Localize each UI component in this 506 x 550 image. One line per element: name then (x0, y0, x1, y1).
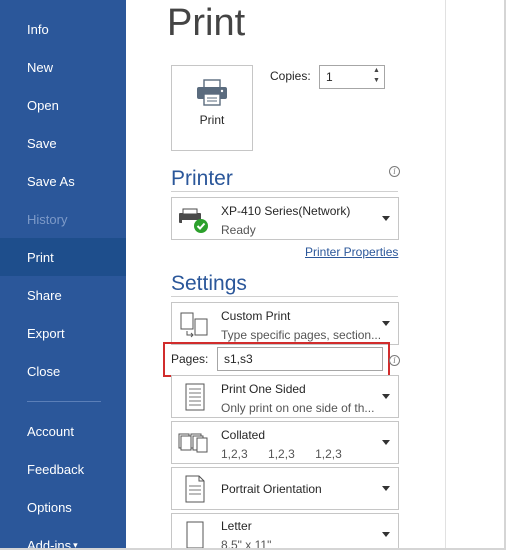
collation-sequence: 1,2,3 1,2,3 1,2,3 (221, 447, 359, 461)
preview-divider (445, 0, 446, 550)
sidebar-item-feedback[interactable]: Feedback (0, 450, 126, 488)
sidebar-item-label: Open (27, 97, 59, 113)
sidebar-item-info[interactable]: Info (0, 10, 126, 48)
paper-size-dropdown[interactable]: Letter 8.5" x 11" (171, 513, 399, 550)
custom-pages-icon (180, 312, 208, 338)
sidebar-item-options[interactable]: Options (0, 488, 126, 526)
sidebar-item-label: Account (27, 423, 74, 439)
caret-down-icon (382, 486, 390, 491)
printer-properties-link[interactable]: Printer Properties (305, 245, 398, 259)
caret-down-icon (382, 440, 390, 445)
sidebar-item-label: New (27, 59, 54, 75)
collation-set: 1,2,3 (315, 447, 342, 461)
print-range-title: Custom Print (221, 309, 291, 323)
sidebar-item-label: Options (27, 499, 72, 515)
sidebar-item-account[interactable]: Account (0, 412, 126, 450)
print-button[interactable]: Print (171, 65, 253, 151)
sidebar-item-close[interactable]: Close (0, 352, 126, 390)
sidebar-item-label: Save As (27, 173, 75, 189)
sidebar-item-new[interactable]: New (0, 48, 126, 86)
sidebar-item-history: History (0, 200, 126, 238)
sidebar-item-label: Info (27, 21, 49, 37)
collation-dropdown[interactable]: Collated 1,2,3 1,2,3 1,2,3 (171, 421, 399, 464)
collation-title: Collated (221, 428, 266, 442)
caret-down-icon (382, 532, 390, 537)
sidebar-item-export[interactable]: Export (0, 314, 126, 352)
sidebar-item-label: Close (27, 363, 61, 379)
printer-icon (197, 79, 227, 106)
copies-spinner[interactable]: ▲ ▼ (370, 66, 384, 88)
portrait-icon (185, 475, 205, 503)
sidebar-item-save-as[interactable]: Save As (0, 162, 126, 200)
caret-down-icon (382, 394, 390, 399)
sides-dropdown[interactable]: Print One Sided Only print on one side o… (171, 375, 399, 418)
sidebar-divider (27, 401, 101, 402)
sidebar-item-print[interactable]: Print (0, 238, 126, 276)
print-range-dropdown[interactable]: Custom Print Type specific pages, sectio… (171, 302, 399, 345)
sides-title: Print One Sided (221, 382, 306, 396)
orientation-dropdown[interactable]: Portrait Orientation (171, 467, 399, 510)
increment-icon[interactable]: ▲ (373, 67, 380, 74)
one-sided-icon (185, 383, 205, 411)
paper-size-icon (186, 521, 204, 549)
copies-stepper[interactable]: 1 ▲ ▼ (319, 65, 385, 89)
caret-down-icon (382, 216, 390, 221)
sidebar-item-label: Print (27, 249, 54, 265)
collation-set: 1,2,3 (221, 447, 248, 461)
printer-status: Ready (221, 223, 256, 237)
printer-dropdown[interactable]: XP-410 Series(Network) Ready (171, 197, 399, 240)
pages-input[interactable] (217, 347, 383, 371)
printer-ready-icon (179, 208, 208, 233)
sides-subtitle: Only print on one side of th... (221, 401, 375, 415)
backstage-sidebar: Info New Open Save Save As History Print… (0, 0, 126, 550)
info-icon[interactable]: i (389, 166, 400, 177)
settings-section-title: Settings (171, 272, 247, 295)
collation-set: 1,2,3 (268, 447, 295, 461)
sidebar-item-open[interactable]: Open (0, 86, 126, 124)
copies-value[interactable]: 1 (326, 70, 333, 84)
print-button-label: Print (199, 113, 225, 127)
caret-down-icon (382, 321, 390, 326)
sidebar-item-label: Save (27, 135, 57, 151)
copies-label: Copies: (270, 69, 311, 83)
sidebar-item-share[interactable]: Share (0, 276, 126, 314)
page-title: Print (167, 2, 246, 44)
sidebar-item-label: Export (27, 325, 65, 341)
paper-size-title: Letter (221, 519, 252, 533)
print-range-subtitle: Type specific pages, section... (221, 328, 382, 342)
pages-label: Pages: (171, 352, 209, 366)
printer-section-title: Printer (171, 167, 233, 190)
orientation-title: Portrait Orientation (221, 482, 322, 496)
printer-name: XP-410 Series(Network) (221, 204, 351, 218)
sidebar-item-save[interactable]: Save (0, 124, 126, 162)
section-divider (171, 296, 398, 297)
sidebar-item-label: Feedback (27, 461, 85, 477)
sidebar-item-label: Share (27, 287, 62, 303)
decrement-icon[interactable]: ▼ (373, 77, 380, 84)
section-divider (171, 191, 398, 192)
collated-icon (178, 433, 208, 453)
sidebar-item-label: History (27, 211, 68, 227)
sidebar-item-add-ins[interactable]: Add-ins ▾ (0, 526, 126, 550)
info-icon[interactable]: i (389, 355, 400, 366)
